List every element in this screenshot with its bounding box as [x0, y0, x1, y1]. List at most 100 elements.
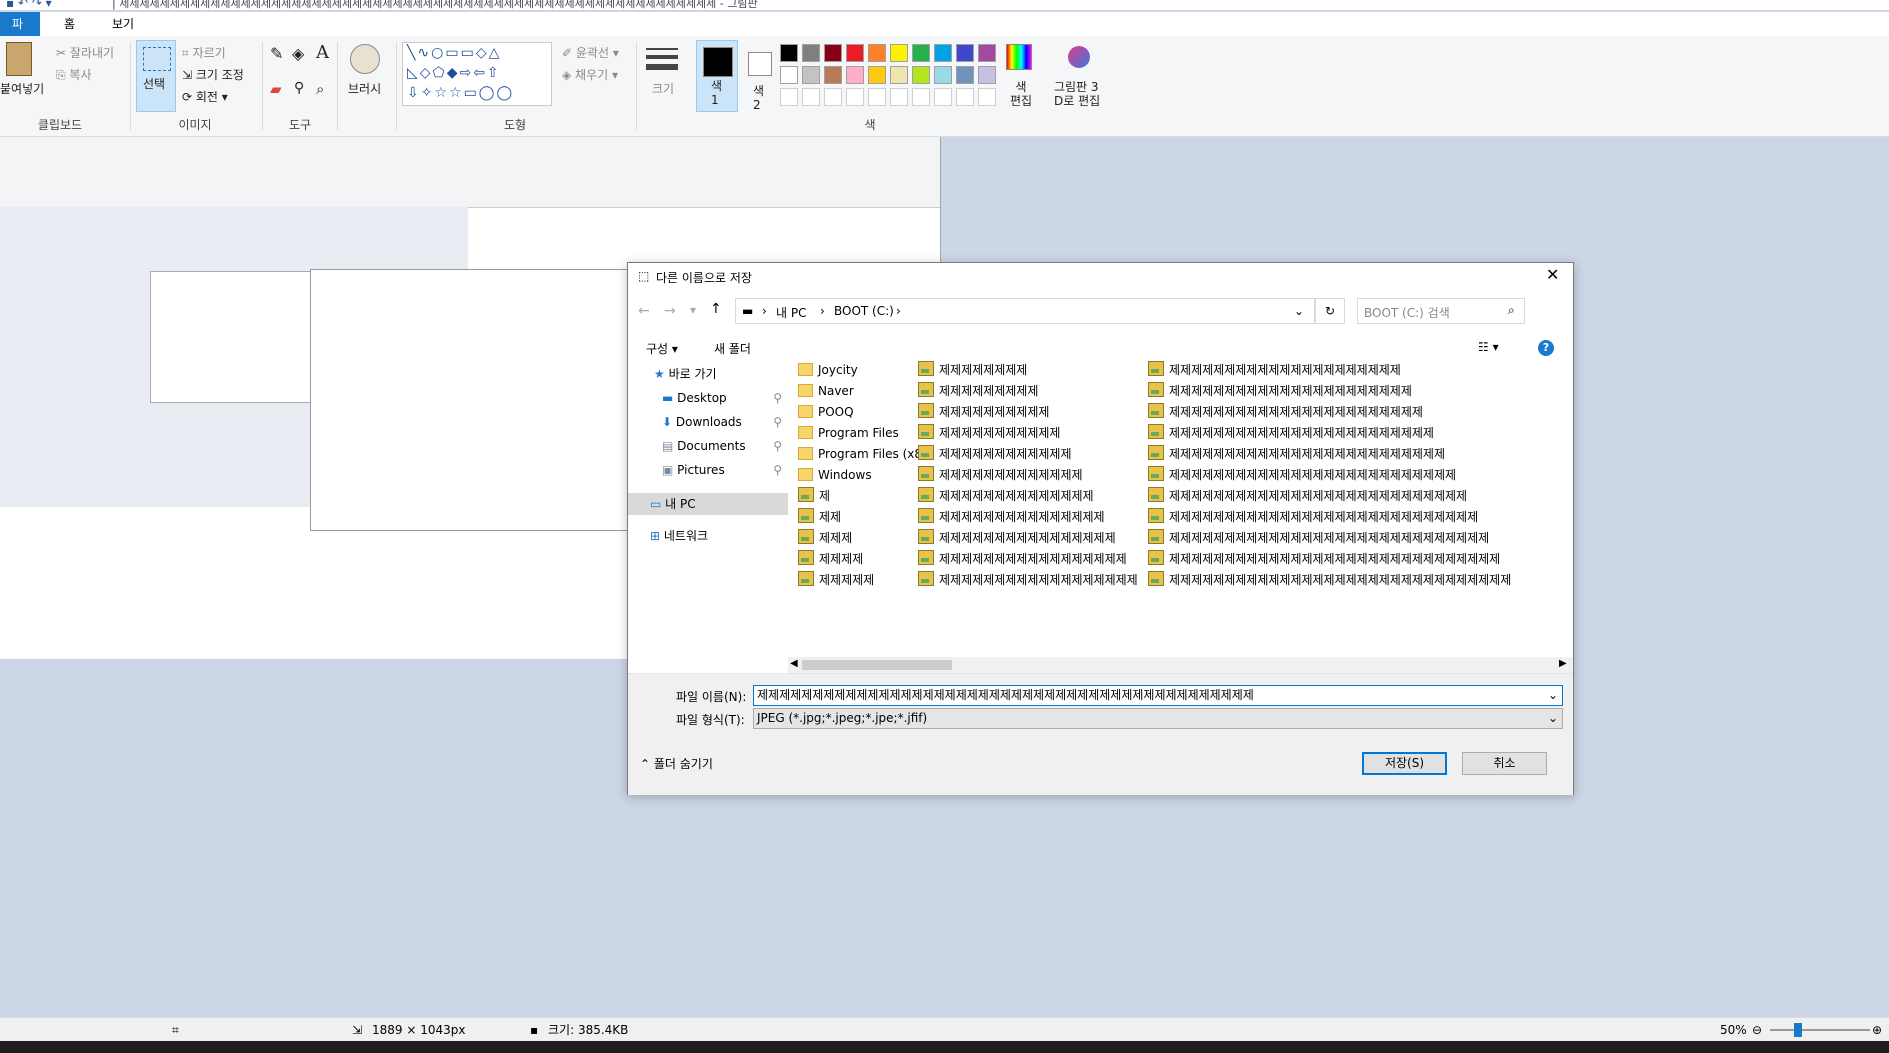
horizontal-scrollbar[interactable]: ◀ ▶	[788, 657, 1573, 673]
filetype-select[interactable]: JPEG (*.jpg;*.jpeg;*.jpe;*.jfif) ⌄	[753, 708, 1563, 729]
shapes-gallery[interactable]: ╲∿○▭▭◇△ ◺◇⬠◆⇨⇦⇧ ⇩✧☆☆▭◯◯	[402, 42, 552, 106]
palette-swatch[interactable]	[934, 66, 952, 84]
file-item[interactable]: 제제제제제제제제제제제제제제제제제제제제제제제제제제	[1148, 465, 1563, 486]
folder-item[interactable]: Program Files	[798, 423, 918, 444]
size-button[interactable]: 크기	[652, 80, 674, 97]
paste-icon[interactable]	[6, 42, 32, 76]
text-icon[interactable]: A	[316, 42, 329, 63]
file-item[interactable]: 제제제제제제제제제제제제제제제제제제제제제	[1148, 360, 1563, 381]
file-item[interactable]: 제제제제제제제제제제제제제제제제제	[918, 549, 1146, 570]
rotate-button[interactable]: ⟳ 회전 ▾	[182, 88, 228, 105]
nav-documents[interactable]: ▤ Documents ⚲	[628, 435, 788, 457]
file-item[interactable]: 제제제제제제제제	[918, 360, 1146, 381]
search-input[interactable]: BOOT (C:) 검색 ⌕	[1357, 298, 1525, 324]
brushes-button[interactable]: 브러시	[348, 80, 381, 97]
palette-swatch[interactable]	[934, 44, 952, 62]
paste-button[interactable]: 붙여넣기	[0, 80, 44, 97]
file-item[interactable]: 제제제제제제제제제제제제제제제제제제제제제제제제	[1148, 423, 1563, 444]
palette-swatch[interactable]	[890, 44, 908, 62]
edit-colors-button[interactable]: 색 편집	[1010, 80, 1032, 108]
palette-swatch[interactable]	[780, 44, 798, 62]
palette-swatch[interactable]	[780, 66, 798, 84]
zoom-slider[interactable]	[1770, 1029, 1870, 1031]
recent-dropdown-icon[interactable]: ▾	[690, 303, 696, 317]
palette-swatch[interactable]	[868, 66, 886, 84]
palette-swatch[interactable]	[978, 66, 996, 84]
file-item[interactable]: 제제제제제제제제제제제제제제제제제제제제제제제제제제제제	[1148, 507, 1563, 528]
palette-swatch[interactable]	[824, 44, 842, 62]
color2-button[interactable]: 색 2	[744, 40, 774, 112]
scrollbar-thumb[interactable]	[802, 660, 952, 670]
folder-item[interactable]: Naver	[798, 381, 918, 402]
outline-button[interactable]: ✐ 윤곽선 ▾	[562, 44, 619, 61]
palette-swatch[interactable]	[912, 44, 930, 62]
file-item[interactable]: 제제제제제제제제제제제제제제제제제제제제제제제	[1148, 402, 1563, 423]
file-item[interactable]: 제제제제제제제제제제제제제제제제제제제제제제제제제제제제제제	[1148, 549, 1563, 570]
palette-swatch-empty[interactable]	[934, 88, 952, 106]
new-folder-button[interactable]: 새 폴더	[714, 340, 751, 357]
edit-colors-icon[interactable]	[1006, 44, 1032, 70]
scroll-left-icon[interactable]: ◀	[790, 658, 798, 669]
color1-button[interactable]: 색 1	[696, 40, 738, 112]
palette-swatch-empty[interactable]	[802, 88, 820, 106]
zoom-out-icon[interactable]: ⊖	[1752, 1018, 1762, 1042]
file-item[interactable]: 제제제제제제제제제제제제제제제	[918, 507, 1146, 528]
cut-button[interactable]: ✂ 잘라내기	[56, 44, 114, 61]
tab-view[interactable]: 보기	[100, 12, 146, 36]
palette-swatch[interactable]	[824, 66, 842, 84]
nav-this-pc[interactable]: ▭ 내 PC	[628, 493, 788, 515]
palette-swatch-empty[interactable]	[978, 88, 996, 106]
palette-swatch-empty[interactable]	[780, 88, 798, 106]
fill-button[interactable]: ◈ 채우기 ▾	[562, 66, 618, 83]
refresh-icon[interactable]: ↻	[1315, 298, 1345, 324]
palette-swatch-empty[interactable]	[824, 88, 842, 106]
palette-swatch[interactable]	[978, 44, 996, 62]
folder-item[interactable]: POOQ	[798, 402, 918, 423]
paint3d-button[interactable]: 그림판 3 D로 편집	[1054, 80, 1100, 108]
filename-input[interactable]: 제제제제제제제제제제제제제제제제제제제제제제제제제제제제제제제제제제제제제제제제…	[753, 685, 1563, 706]
file-item[interactable]: 제제제제제제제제제제제제제제제제제제제제제제제제제	[1148, 444, 1563, 465]
palette-swatch[interactable]	[846, 44, 864, 62]
pencil-icon[interactable]: ✎	[270, 44, 283, 63]
resize-button[interactable]: ⇲ 크기 조정	[182, 66, 244, 83]
help-icon[interactable]: ?	[1538, 340, 1554, 356]
file-item[interactable]: 제제제	[798, 528, 918, 549]
palette-swatch[interactable]	[868, 44, 886, 62]
palette-swatch-empty[interactable]	[868, 88, 886, 106]
breadcrumb-drive[interactable]: BOOT (C:)	[834, 304, 894, 318]
file-item[interactable]: 제제제제제제제제제제제제제제제제제제제제제제	[1148, 381, 1563, 402]
palette-swatch[interactable]	[912, 66, 930, 84]
zoom-in-icon[interactable]: ⊕	[1872, 1018, 1882, 1042]
eraser-icon[interactable]: ▰	[270, 80, 282, 98]
file-item[interactable]: 제제제제제제제제제제제제제제	[918, 486, 1146, 507]
chevron-down-icon[interactable]: ⌄	[1543, 686, 1558, 705]
breadcrumb-this-pc[interactable]: 내 PC	[776, 304, 806, 321]
folder-item[interactable]: Windows	[798, 465, 918, 486]
palette-swatch[interactable]	[846, 66, 864, 84]
file-item[interactable]: 제제제제제제제제제제	[918, 402, 1146, 423]
scroll-right-icon[interactable]: ▶	[1559, 658, 1567, 669]
color-picker-icon[interactable]: ⚲	[294, 80, 304, 96]
palette-swatch-empty[interactable]	[846, 88, 864, 106]
palette-swatch[interactable]	[890, 66, 908, 84]
tab-home[interactable]: 홈	[52, 12, 87, 36]
palette-swatch-empty[interactable]	[912, 88, 930, 106]
palette-swatch-empty[interactable]	[890, 88, 908, 106]
paint3d-icon[interactable]	[1068, 46, 1090, 68]
forward-icon[interactable]: →	[664, 303, 676, 319]
nav-desktop[interactable]: ▬ Desktop ⚲	[628, 387, 788, 409]
back-icon[interactable]: ←	[638, 303, 650, 319]
palette-swatch[interactable]	[802, 66, 820, 84]
palette-swatch[interactable]	[802, 44, 820, 62]
file-item[interactable]: 제제제제제제제제제제제제	[918, 444, 1146, 465]
nav-pictures[interactable]: ▣ Pictures ⚲	[628, 459, 788, 481]
save-button[interactable]: 저장(S)	[1362, 752, 1447, 775]
file-item[interactable]: 제제제제	[798, 549, 918, 570]
crop-button[interactable]: ⌗ 자르기	[182, 44, 226, 61]
file-item[interactable]: 제제제제제제제제제제제제제제제제제제제제제제제제제제제제제	[1148, 528, 1563, 549]
file-item[interactable]: 제	[798, 486, 918, 507]
nav-network[interactable]: ⊞ 네트워크	[628, 525, 708, 547]
view-icon[interactable]: ☷ ▾	[1478, 340, 1499, 354]
organize-button[interactable]: 구성 ▾	[646, 340, 678, 357]
brush-icon[interactable]	[350, 44, 380, 74]
